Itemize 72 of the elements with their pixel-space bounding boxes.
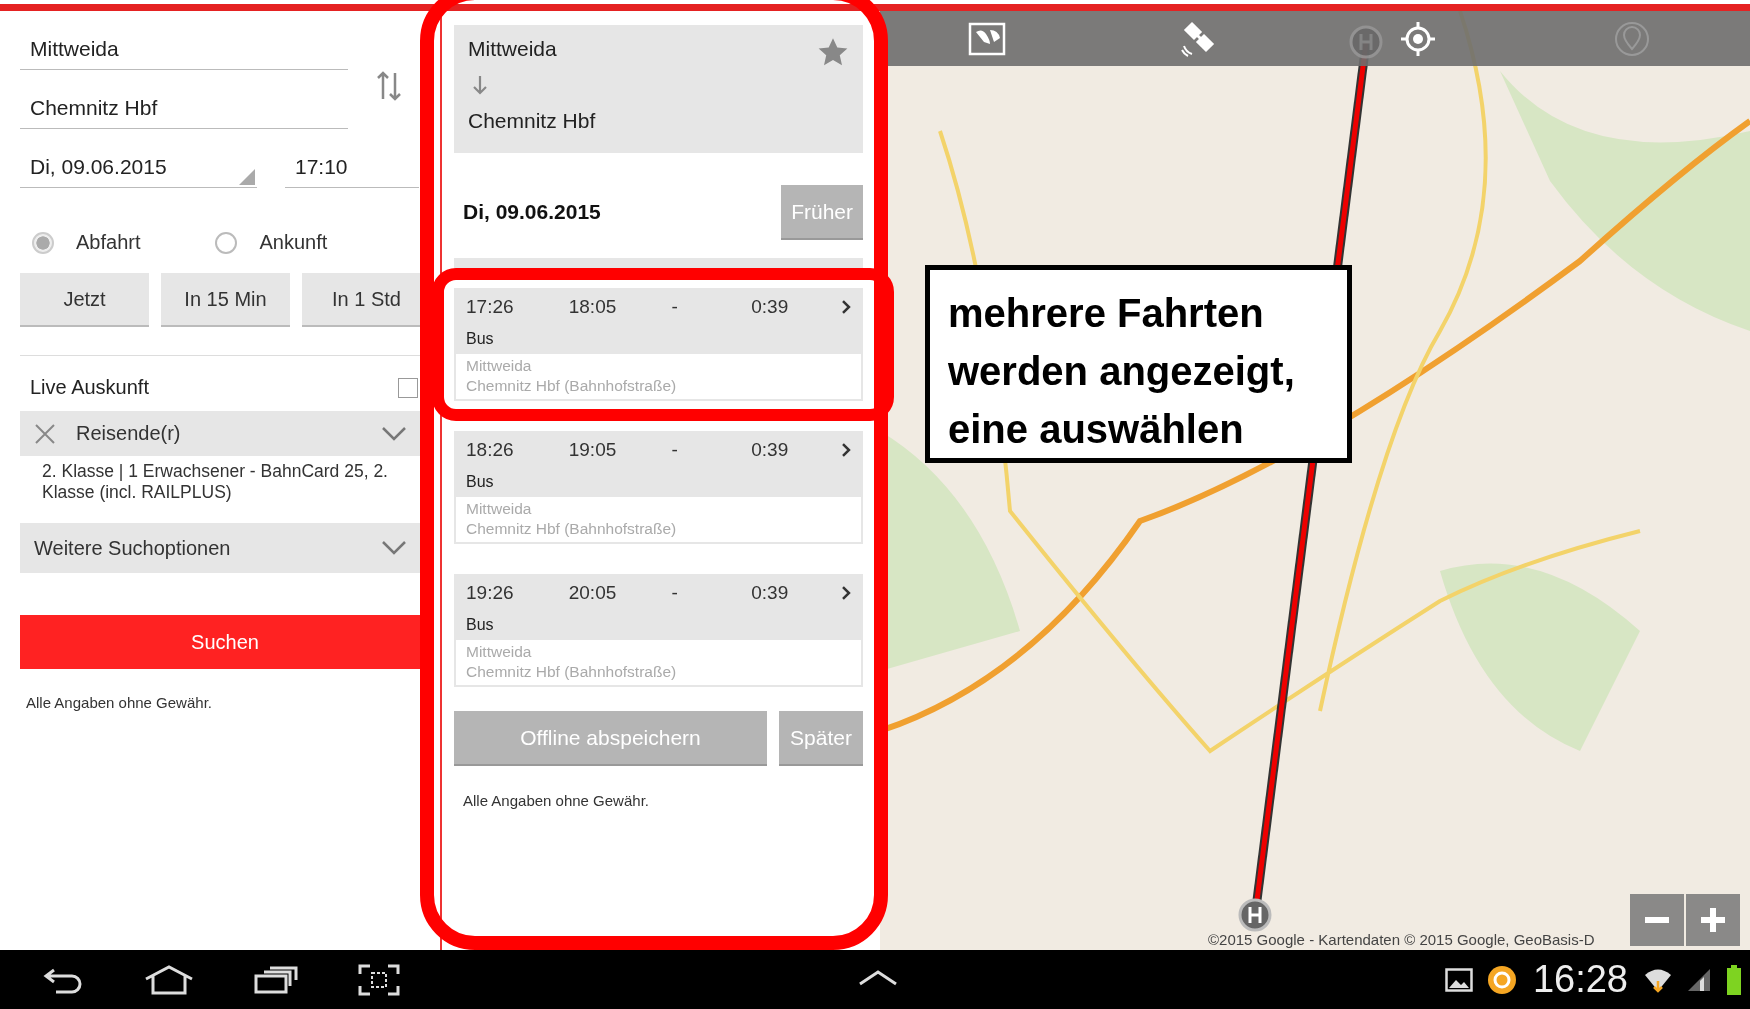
departure-time: 19:26 bbox=[466, 582, 515, 604]
destination-label: Chemnitz Hbf bbox=[468, 109, 596, 133]
more-options-bar[interactable]: Weitere Suchoptionen bbox=[20, 523, 420, 573]
changes-count: - bbox=[671, 582, 679, 604]
search-button[interactable]: Suchen bbox=[20, 615, 420, 669]
product-label: Bus bbox=[466, 616, 495, 634]
zoom-out-button[interactable] bbox=[1630, 894, 1684, 946]
time-shortcut-button[interactable]: Jetzt bbox=[20, 273, 149, 325]
minus-icon bbox=[1645, 917, 1669, 923]
date-field[interactable]: Di, 09.06.2015 bbox=[20, 149, 257, 188]
locate-icon[interactable] bbox=[1400, 20, 1436, 57]
zoom-in-button[interactable] bbox=[1686, 894, 1740, 946]
travellers-description: 2. Klasse | 1 Erwachsener - BahnCard 25, 2. Klasse (incl. RAILPLUS) bbox=[41, 460, 389, 503]
swap-icon[interactable] bbox=[376, 69, 402, 103]
origin-label: Mittweida bbox=[468, 37, 557, 61]
start-stop: Mittweida bbox=[466, 643, 533, 661]
travellers-bar[interactable]: Reisende(r) bbox=[20, 411, 420, 456]
duration: 0:39 bbox=[751, 439, 790, 461]
product-label: Bus bbox=[466, 473, 495, 491]
radio-button[interactable] bbox=[32, 231, 54, 254]
end-stop: Chemnitz Hbf (Bahnhofstraße) bbox=[466, 377, 678, 395]
home-icon[interactable] bbox=[144, 964, 194, 995]
product-label: Bus bbox=[466, 330, 495, 348]
radio-button[interactable] bbox=[215, 231, 238, 254]
departure-time: 18:26 bbox=[466, 439, 515, 461]
to-field[interactable]: Chemnitz Hbf bbox=[20, 90, 348, 129]
clock: 16:28 bbox=[1532, 958, 1628, 1001]
from-field[interactable]: Mittweida bbox=[20, 31, 348, 70]
star-icon[interactable] bbox=[817, 37, 849, 67]
close-icon[interactable] bbox=[34, 422, 56, 445]
duration: 0:39 bbox=[751, 296, 790, 318]
recent-apps-icon[interactable] bbox=[254, 965, 298, 994]
caret-up-icon[interactable] bbox=[858, 970, 898, 986]
disclaimer: Alle Angaben ohne Gewähr. bbox=[463, 792, 650, 809]
duration: 0:39 bbox=[751, 582, 790, 604]
date-label: Di, 09.06.2015 bbox=[462, 199, 601, 224]
notification-icon bbox=[1486, 964, 1517, 995]
disclaimer: Alle Angaben ohne Gewähr. bbox=[26, 694, 213, 711]
arrival-time: 18:05 bbox=[568, 296, 618, 318]
changes-count: - bbox=[671, 439, 679, 461]
map-attribution: ©2015 Google - Kartendaten © 2015 Google, GeoBasis-D bbox=[1208, 931, 1595, 948]
battery-icon bbox=[1726, 964, 1742, 995]
chevron-right-icon bbox=[841, 585, 851, 601]
time-field[interactable]: 17:10 bbox=[285, 149, 419, 188]
image-icon bbox=[1444, 967, 1473, 992]
chevron-down-icon bbox=[382, 541, 406, 555]
changes-count: - bbox=[671, 296, 679, 318]
live-label: Live Auskunft bbox=[30, 376, 149, 399]
start-stop: Mittweida bbox=[466, 500, 533, 518]
chevron-right-icon bbox=[841, 442, 851, 458]
plus-icon bbox=[1701, 908, 1725, 932]
arrival-time: 19:05 bbox=[568, 439, 618, 461]
chevron-right-icon bbox=[841, 299, 851, 315]
radio-label: Ankunft bbox=[259, 231, 328, 254]
screenshot-icon[interactable] bbox=[358, 963, 400, 996]
start-stop: Mittweida bbox=[466, 357, 533, 375]
end-stop: Chemnitz Hbf (Bahnhofstraße) bbox=[466, 520, 678, 538]
time-shortcut-button[interactable]: In 1 Std bbox=[302, 273, 420, 325]
annotation-callout: mehrere Fahrten werden angezeigt, eine auswählen bbox=[925, 265, 1352, 463]
end-stop: Chemnitz Hbf (Bahnhofstraße) bbox=[466, 663, 678, 681]
stop-marker-icon[interactable] bbox=[1349, 25, 1383, 59]
travellers-label: Reisende(r) bbox=[76, 422, 182, 445]
time-shortcut-button[interactable]: In 15 Min bbox=[161, 273, 290, 325]
arrow-down-icon bbox=[472, 75, 488, 95]
chevron-down-icon bbox=[382, 426, 406, 441]
checkbox[interactable] bbox=[398, 377, 418, 398]
stop-marker-icon[interactable] bbox=[1238, 898, 1272, 932]
radio-label: Abfahrt bbox=[76, 231, 141, 254]
arrival-time: 20:05 bbox=[568, 582, 618, 604]
departure-time: 17:26 bbox=[466, 296, 515, 318]
map-icon[interactable] bbox=[968, 21, 1006, 56]
more-options-label: Weitere Suchoptionen bbox=[34, 536, 232, 560]
